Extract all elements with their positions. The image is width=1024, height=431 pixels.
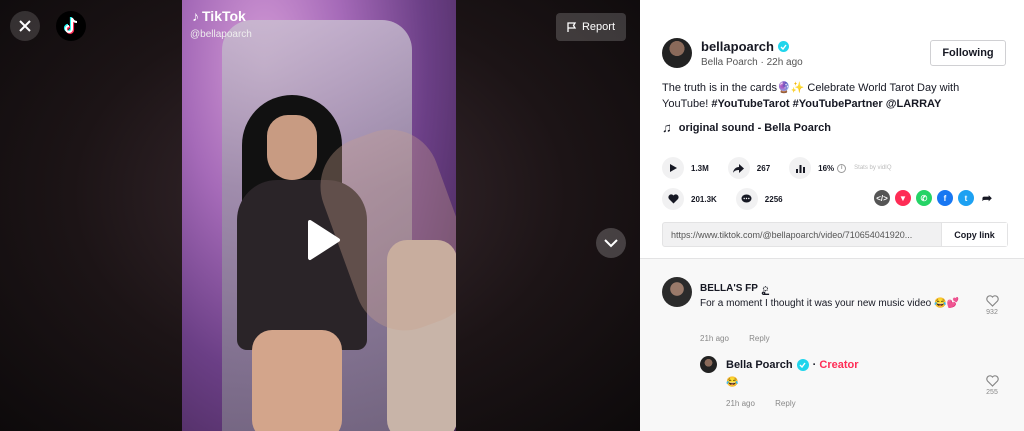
reply-button[interactable]: Reply (775, 399, 795, 408)
tiktok-logo-icon (63, 17, 78, 35)
hashtag-link[interactable]: #YouTubePartner (793, 98, 883, 110)
heart-outline-icon (985, 295, 999, 307)
reply-like-button[interactable]: 255 (982, 375, 1002, 396)
flexed-hand-icon: ౖ (761, 280, 769, 294)
watermark-brand: TikTok (202, 8, 246, 24)
video-link-box: https://www.tiktok.com/@bellapoarch/vide… (662, 222, 1008, 247)
whatsapp-icon[interactable]: ✆ (916, 190, 932, 206)
comment-author[interactable]: BELLA'S FP ౖ (700, 280, 769, 297)
bar-chart-icon (789, 157, 812, 179)
post-time: 22h ago (766, 57, 803, 68)
stats-row-2: 201.3K 2256 (662, 188, 802, 210)
shares-count: 267 (756, 163, 771, 173)
video-caption: The truth is in the cards🔮✨ Celebrate Wo… (662, 80, 1002, 112)
comments-stat[interactable]: 2256 (735, 188, 783, 210)
heart-icon (662, 188, 684, 210)
play-icon[interactable] (300, 218, 344, 262)
face-shape (267, 115, 317, 180)
verified-icon (777, 41, 789, 52)
sound-label: original sound - Bella Poarch (678, 121, 831, 134)
watermark-handle: @bellapoarch (190, 29, 252, 40)
likes-count: 201.3K (691, 194, 717, 204)
tiktok-logo[interactable] (56, 11, 86, 41)
username-text: bellapoarch (701, 39, 774, 54)
comment-text: For a moment I thought it was your new m… (700, 298, 959, 309)
author-subtitle: Bella Poarch · 22h ago (701, 57, 803, 68)
flag-icon (567, 21, 577, 32)
likes-stat[interactable]: 201.3K (662, 188, 717, 210)
creator-label: Creator (819, 359, 859, 371)
comments-count: 2256 (764, 194, 783, 204)
reply-like-count: 255 (986, 389, 998, 396)
avatar[interactable] (700, 356, 717, 373)
tiktok-video-viewer: ♪ TikTok @bellapoarch Report bellapoarch… (0, 0, 1024, 431)
reply-button[interactable]: Reply (749, 334, 769, 343)
video-watermark: ♪ TikTok (192, 8, 246, 24)
comment-time: 21h ago (700, 334, 729, 343)
mention-link[interactable]: @LARRAY (886, 98, 942, 110)
author-username[interactable]: bellapoarch (701, 39, 789, 54)
report-button[interactable]: Report (556, 13, 626, 41)
creator-badge: · Creator (812, 359, 859, 371)
chevron-down-icon (604, 238, 618, 247)
close-icon (19, 20, 31, 32)
facebook-icon[interactable]: f (937, 190, 953, 206)
close-button[interactable] (10, 11, 40, 41)
play-count-icon (662, 157, 684, 179)
shares-stat: 267 (727, 157, 771, 179)
stats-row-1: 1.3M 267 16% i Stats by vidIQ (662, 157, 892, 179)
heart-outline-icon (985, 375, 999, 387)
embed-icon[interactable]: </> (874, 190, 890, 206)
following-button[interactable]: Following (930, 40, 1006, 66)
comment-icon (735, 188, 758, 210)
music-note-icon: ♫ (662, 120, 672, 135)
reply-meta: 21h ago Reply (726, 399, 814, 408)
share-buttons: </> ▼ ✆ f t ➦ (874, 190, 995, 206)
engagement-stat: 16% i Stats by vidIQ (789, 157, 892, 179)
report-label: Report (581, 21, 616, 33)
twitter-icon[interactable]: t (958, 190, 974, 206)
comment-author-name: BELLA'S FP (700, 283, 758, 294)
reply-author[interactable]: Bella Poarch · Creator (726, 359, 859, 371)
avatar[interactable] (662, 38, 692, 68)
next-video-button[interactable] (596, 228, 626, 258)
video-stage: ♪ TikTok @bellapoarch Report (0, 0, 640, 431)
video-player[interactable] (182, 0, 456, 431)
reply-author-name: Bella Poarch (726, 359, 793, 371)
comment-meta: 21h ago Reply (700, 334, 788, 343)
stats-by-vidiq: Stats by vidIQ (854, 165, 892, 171)
comment-like-button[interactable]: 932 (982, 295, 1002, 316)
reply-time: 21h ago (726, 399, 755, 408)
hashtag-link[interactable]: #YouTubeTarot (711, 98, 789, 110)
comment-like-count: 932 (986, 309, 998, 316)
share-arrow-icon (727, 157, 750, 179)
share-more-icon[interactable]: ➦ (979, 190, 995, 206)
details-panel: bellapoarch Bella Poarch · 22h ago Follo… (640, 0, 1024, 431)
video-url[interactable]: https://www.tiktok.com/@bellapoarch/vide… (671, 230, 941, 240)
display-name: Bella Poarch (701, 57, 758, 68)
copy-link-button[interactable]: Copy link (941, 223, 1007, 246)
sound-link[interactable]: ♫ original sound - Bella Poarch (662, 120, 831, 135)
avatar[interactable] (662, 277, 692, 307)
send-to-friends-icon[interactable]: ▼ (895, 190, 911, 206)
legs-shape (252, 330, 342, 431)
tiktok-note-icon: ♪ (192, 8, 199, 24)
comments-section (640, 259, 1024, 431)
plays-stat: 1.3M (662, 157, 709, 179)
reply-text: 😂 (726, 377, 739, 388)
engagement-value: 16% (818, 163, 835, 173)
info-icon[interactable]: i (837, 163, 847, 173)
verified-icon (796, 359, 809, 371)
plays-count: 1.3M (691, 163, 709, 173)
